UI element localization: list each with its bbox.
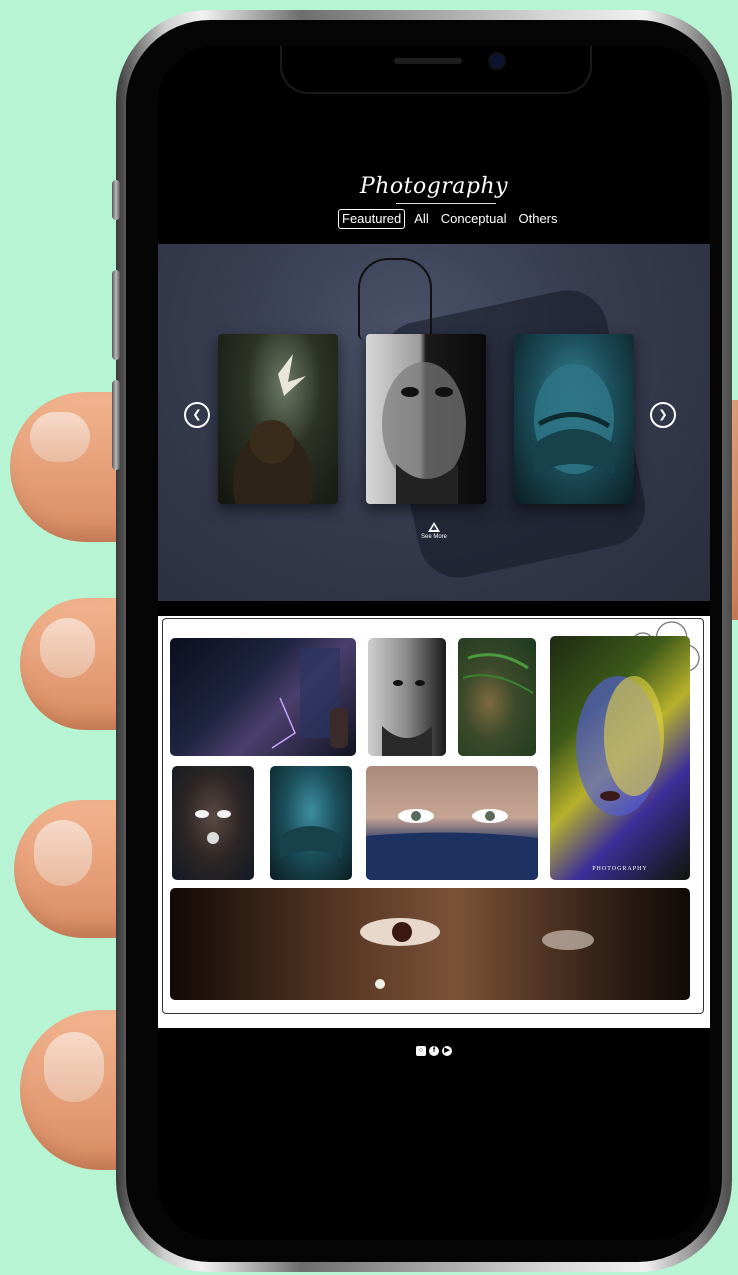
gallery-tile-teal-hands[interactable] xyxy=(270,766,352,880)
finger-nail xyxy=(40,618,95,678)
phone-volume-down-button xyxy=(112,380,120,470)
carousel-prev-icon[interactable]: ❮ xyxy=(184,402,210,428)
gallery-tile-half-face[interactable] xyxy=(368,638,446,756)
carousel-card-half-face[interactable] xyxy=(366,334,486,504)
see-more-button[interactable]: See More xyxy=(412,522,456,540)
masked-eyes-art xyxy=(366,809,538,880)
gallery-tile-window-hand[interactable] xyxy=(170,638,356,756)
gallery-tile-masked-eyes[interactable] xyxy=(366,766,538,880)
half-face-art xyxy=(382,362,466,504)
category-nav: Feautured All Conceptual Others xyxy=(338,209,561,229)
carousel-card-teal-hands[interactable] xyxy=(514,334,634,504)
finger-nail xyxy=(30,412,90,462)
lantern-silhouette xyxy=(358,258,432,340)
yellow-blue-face-art xyxy=(576,676,664,816)
facebook-icon[interactable]: f xyxy=(429,1046,439,1056)
window-hand-art xyxy=(271,648,348,749)
triangle-up-icon xyxy=(428,522,440,532)
tear-eye-art xyxy=(360,918,594,989)
featured-carousel: ❮ ❯ See More xyxy=(158,244,710,601)
tab-all[interactable]: All xyxy=(411,210,431,228)
front-camera-icon xyxy=(490,54,504,68)
finger-nail xyxy=(44,1032,104,1102)
speaker-grille xyxy=(394,58,462,64)
gallery-tile-yellow-blue-face[interactable]: PHOTOGRAPHY xyxy=(550,636,690,880)
brand-underline xyxy=(396,203,496,204)
tab-conceptual[interactable]: Conceptual xyxy=(438,210,510,228)
tile-caption: PHOTOGRAPHY xyxy=(592,866,648,872)
teal-hands-art xyxy=(534,364,614,474)
tab-featured[interactable]: Feautured xyxy=(338,209,406,229)
white-eyes-art xyxy=(195,810,231,844)
phone-screen: Photography Feautured All Conceptual Oth… xyxy=(158,46,710,1240)
finger-nail xyxy=(34,820,92,886)
gallery-tile-white-eyes[interactable] xyxy=(172,766,254,880)
photo-gallery: PHOTOGRAPHY xyxy=(158,616,710,1028)
gallery-tile-tear-eye[interactable] xyxy=(170,888,690,1000)
phone-notch xyxy=(280,46,592,94)
instagram-icon[interactable]: ○ xyxy=(416,1046,426,1056)
social-links: ○ f ▶ xyxy=(416,1046,452,1056)
green-leaves-art xyxy=(462,653,534,694)
dove-figure-art xyxy=(233,354,313,504)
tab-others[interactable]: Others xyxy=(516,210,561,228)
youtube-icon[interactable]: ▶ xyxy=(442,1046,452,1056)
carousel-card-dove[interactable] xyxy=(218,334,338,504)
carousel-next-icon[interactable]: ❯ xyxy=(650,402,676,428)
teal-hands-small-art xyxy=(280,826,342,858)
gallery-tile-green-face[interactable] xyxy=(458,638,536,756)
see-more-label: See More xyxy=(420,534,447,540)
phone-volume-up-button xyxy=(112,270,120,360)
brand-logo[interactable]: Photography xyxy=(158,174,710,199)
phone-side-button xyxy=(112,180,120,220)
half-face-small-art xyxy=(382,680,432,756)
